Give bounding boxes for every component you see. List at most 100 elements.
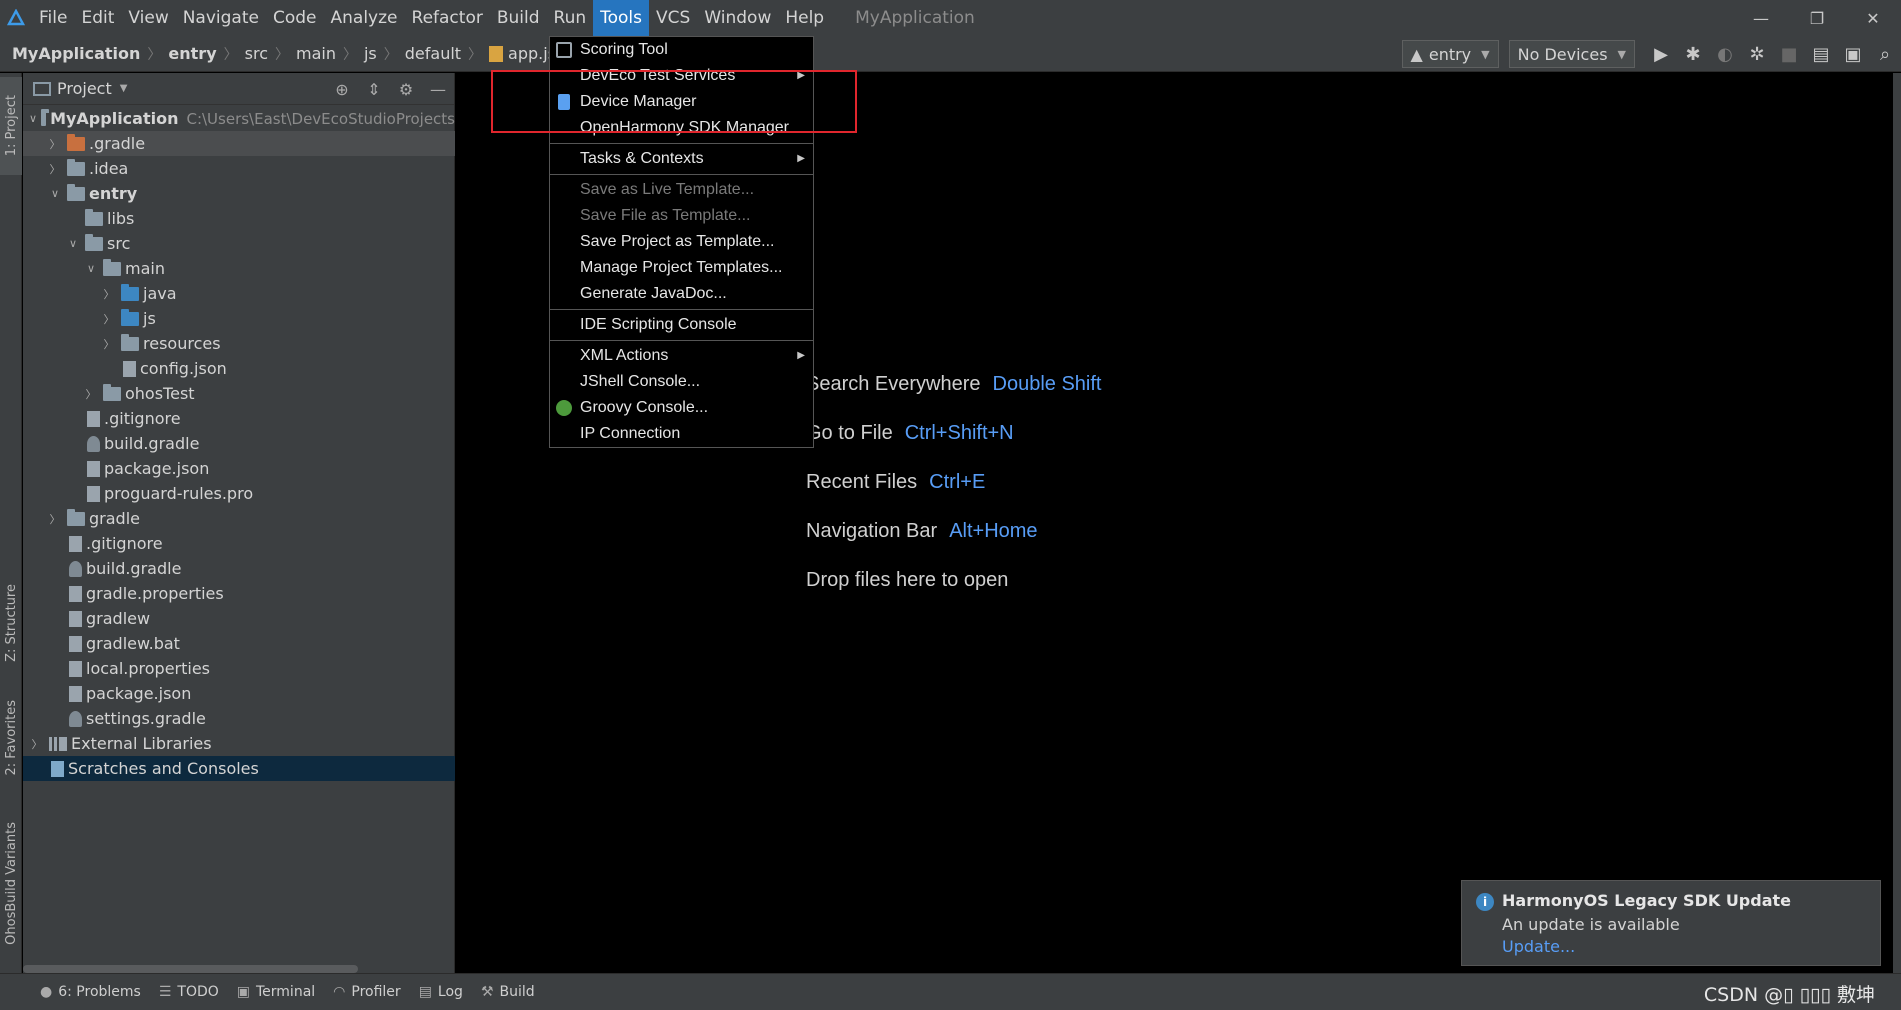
- tree-row[interactable]: package.json: [23, 681, 455, 706]
- menu-vcs[interactable]: VCS: [649, 0, 697, 36]
- tool-tab-todo[interactable]: ☰ TODO: [159, 984, 219, 1000]
- tree-row[interactable]: 〉 External Libraries: [23, 731, 455, 756]
- menu-view[interactable]: View: [121, 0, 175, 36]
- run-icon[interactable]: ▶: [1645, 39, 1677, 69]
- tool-tab-build[interactable]: ⚒ Build: [481, 984, 535, 1000]
- attach-debugger-icon[interactable]: ◐: [1709, 39, 1741, 69]
- tree-row[interactable]: 〉 gradle: [23, 506, 455, 531]
- chevron-right-icon[interactable]: 〉: [29, 736, 45, 752]
- breadcrumb-part[interactable]: main: [296, 44, 336, 63]
- debug-icon[interactable]: ✱: [1677, 39, 1709, 69]
- project-view-selector[interactable]: Project ▼: [33, 79, 127, 98]
- tool-tab-log[interactable]: ▤ Log: [419, 984, 463, 1000]
- device-manager-icon[interactable]: ▣: [1837, 39, 1869, 69]
- menu-item-xml-actions[interactable]: XML Actions ▶: [550, 343, 813, 369]
- breadcrumb-part[interactable]: src: [245, 44, 268, 63]
- hide-icon[interactable]: —: [422, 73, 454, 105]
- menu-code[interactable]: Code: [266, 0, 324, 36]
- tree-row[interactable]: libs: [23, 206, 455, 231]
- update-link[interactable]: Update...: [1502, 937, 1575, 956]
- breadcrumb-project[interactable]: MyApplication: [12, 44, 140, 63]
- menu-run[interactable]: Run: [547, 0, 594, 36]
- menu-build[interactable]: Build: [490, 0, 547, 36]
- tree-row[interactable]: .gitignore: [23, 531, 455, 556]
- menu-help[interactable]: Help: [778, 0, 831, 36]
- tree-row[interactable]: 〉 resources: [23, 331, 455, 356]
- menu-item-ip-connection[interactable]: IP Connection: [550, 421, 813, 447]
- menu-item-jshell-console[interactable]: JShell Console...: [550, 369, 813, 395]
- tree-row[interactable]: package.json: [23, 456, 455, 481]
- chevron-down-icon[interactable]: ∨: [65, 237, 81, 250]
- menu-item-device-manager[interactable]: Device Manager: [550, 89, 813, 115]
- chevron-down-icon[interactable]: ∨: [83, 262, 99, 275]
- menu-item-ide-scripting-console[interactable]: IDE Scripting Console: [550, 312, 813, 338]
- menu-item-generate-javadoc[interactable]: Generate JavaDoc...: [550, 281, 813, 307]
- stop-icon[interactable]: ■: [1773, 39, 1805, 69]
- tree-row[interactable]: ∨ src: [23, 231, 455, 256]
- tree-row[interactable]: config.json: [23, 356, 455, 381]
- chevron-right-icon[interactable]: 〉: [47, 511, 63, 527]
- menu-navigate[interactable]: Navigate: [176, 0, 266, 36]
- scrollbar-thumb[interactable]: [23, 965, 358, 973]
- device-selector[interactable]: No Devices ▼: [1508, 40, 1635, 68]
- tree-row[interactable]: settings.gradle: [23, 706, 455, 731]
- tree-row[interactable]: proguard-rules.pro: [23, 481, 455, 506]
- menu-refactor[interactable]: Refactor: [405, 0, 490, 36]
- tree-row[interactable]: local.properties: [23, 656, 455, 681]
- tree-row[interactable]: ∨ MyApplication C:\Users\East\DevEcoStudio…: [23, 106, 455, 131]
- tree-row[interactable]: gradlew: [23, 606, 455, 631]
- menu-item-groovy-console[interactable]: Groovy Console...: [550, 395, 813, 421]
- menu-item-deveco-test-services[interactable]: DevEco Test Services ▶: [550, 63, 813, 89]
- tree-row[interactable]: build.gradle: [23, 431, 455, 456]
- menu-file[interactable]: File: [32, 0, 74, 36]
- menu-item-manage-project-templates[interactable]: Manage Project Templates...: [550, 255, 813, 281]
- minimize-button[interactable]: —: [1733, 0, 1789, 36]
- restore-button[interactable]: ❐: [1789, 0, 1845, 36]
- tree-row[interactable]: build.gradle: [23, 556, 455, 581]
- tree-row[interactable]: 〉 js: [23, 306, 455, 331]
- chevron-right-icon[interactable]: 〉: [47, 136, 63, 152]
- tree-row[interactable]: ∨ entry: [23, 181, 455, 206]
- chevron-down-icon[interactable]: ∨: [47, 187, 63, 200]
- search-icon[interactable]: ⌕: [1869, 39, 1901, 69]
- menu-item-scoring-tool[interactable]: Scoring Tool: [550, 37, 813, 63]
- close-button[interactable]: ✕: [1845, 0, 1901, 36]
- breadcrumb-module[interactable]: entry: [168, 44, 216, 63]
- tree-row[interactable]: ∨ main: [23, 256, 455, 281]
- breadcrumb-part[interactable]: js: [364, 44, 377, 63]
- tree-row[interactable]: 〉 .gradle: [23, 131, 455, 156]
- tab-favorites[interactable]: 2: Favorites: [0, 688, 22, 788]
- menu-item-tasks-contexts[interactable]: Tasks & Contexts ▶: [550, 146, 813, 172]
- menu-edit[interactable]: Edit: [74, 0, 121, 36]
- profile-icon[interactable]: ✲: [1741, 39, 1773, 69]
- tree-row[interactable]: gradle.properties: [23, 581, 455, 606]
- menu-analyze[interactable]: Analyze: [324, 0, 405, 36]
- tool-tab-6-problems[interactable]: ● 6: Problems: [40, 984, 141, 1000]
- project-structure-icon[interactable]: ▤: [1805, 39, 1837, 69]
- chevron-right-icon[interactable]: 〉: [47, 161, 63, 177]
- tool-tab-profiler[interactable]: ◠ Profiler: [333, 984, 401, 1000]
- menu-item-openharmony-sdk-manager[interactable]: OpenHarmony SDK Manager: [550, 115, 813, 141]
- chevron-right-icon[interactable]: 〉: [83, 386, 99, 402]
- collapse-all-icon[interactable]: ⇕: [358, 73, 390, 105]
- menu-item-save-project-as-template[interactable]: Save Project as Template...: [550, 229, 813, 255]
- breadcrumb-part[interactable]: default: [405, 44, 461, 63]
- chevron-right-icon[interactable]: 〉: [101, 286, 117, 302]
- menu-window[interactable]: Window: [697, 0, 778, 36]
- tree-row[interactable]: Scratches and Consoles: [23, 756, 455, 781]
- chevron-right-icon[interactable]: 〉: [101, 311, 117, 327]
- tree-row[interactable]: .gitignore: [23, 406, 455, 431]
- tree-row[interactable]: 〉 ohosTest: [23, 381, 455, 406]
- menu-tools[interactable]: Tools: [593, 0, 650, 36]
- locate-icon[interactable]: ⊕: [326, 73, 358, 105]
- horizontal-scrollbar[interactable]: [23, 963, 455, 973]
- tree-row[interactable]: gradlew.bat: [23, 631, 455, 656]
- tab-ohos-build-variants[interactable]: OhosBuild Variants: [0, 808, 22, 958]
- tree-row[interactable]: 〉 java: [23, 281, 455, 306]
- tree-row[interactable]: 〉 .idea: [23, 156, 455, 181]
- tab-project[interactable]: 1: Project: [0, 77, 22, 175]
- chevron-down-icon[interactable]: ∨: [29, 112, 37, 125]
- gear-icon[interactable]: ⚙: [390, 73, 422, 105]
- tool-tab-terminal[interactable]: ▣ Terminal: [237, 984, 315, 1000]
- chevron-right-icon[interactable]: 〉: [101, 336, 117, 352]
